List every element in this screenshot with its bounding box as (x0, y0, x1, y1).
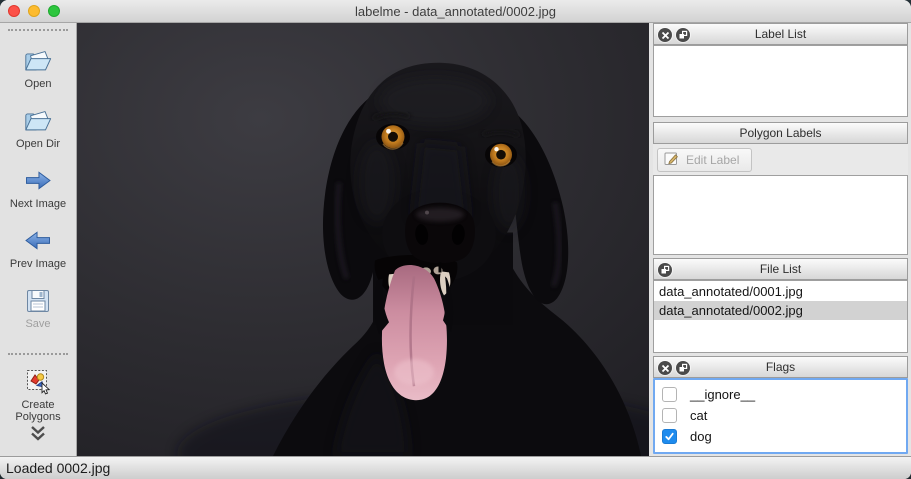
label-list-panel-header[interactable]: Label List (653, 23, 908, 45)
polygon-labels-list[interactable] (653, 175, 908, 255)
toolbar-button-label: Create Polygons (5, 399, 71, 423)
file-list[interactable]: data_annotated/0001.jpgdata_annotated/00… (653, 280, 908, 353)
open-folder-icon (23, 44, 53, 77)
file-list-title: File List (760, 262, 801, 276)
toolbar-separator (8, 353, 68, 355)
close-icon[interactable] (658, 361, 672, 375)
traffic-lights (8, 5, 60, 17)
label-list[interactable] (653, 45, 908, 117)
toolbar-button-next-image[interactable]: Next Image (0, 164, 76, 224)
arrow-right-icon (23, 164, 53, 197)
toolbar-button-label: Open (25, 78, 52, 90)
toolbar-button-label: Open Dir (16, 138, 60, 150)
flags-list[interactable]: __ignore__cat dog (653, 378, 908, 454)
checkbox[interactable] (662, 429, 677, 444)
chevrons-down-icon[interactable] (27, 425, 49, 446)
flag-label: __ignore__ (690, 387, 755, 402)
edit-label-button[interactable]: Edit Label (657, 148, 752, 172)
checkbox[interactable] (662, 408, 677, 423)
label-list-title: Label List (755, 27, 806, 41)
dog-photo (77, 23, 649, 456)
status-bar: Loaded 0002.jpg (0, 456, 911, 479)
flag-item[interactable]: dog (655, 426, 906, 447)
float-icon[interactable] (676, 361, 690, 375)
flag-label: dog (690, 429, 712, 444)
flags-panel-header[interactable]: Flags (653, 356, 908, 378)
flag-label: cat (690, 408, 707, 423)
arrow-left-icon (23, 224, 53, 257)
toolbar: Open Open Dir Next Image Prev Image Save Crea… (0, 23, 77, 456)
checkbox[interactable] (662, 387, 677, 402)
file-list-item[interactable]: data_annotated/0001.jpg (654, 282, 907, 301)
toolbar-button-open-dir[interactable]: Open Dir (0, 104, 76, 164)
toolbar-button-label: Prev Image (10, 258, 66, 270)
window-title: labelme - data_annotated/0002.jpg (355, 4, 556, 19)
minimize-window-button[interactable] (28, 5, 40, 17)
float-icon[interactable] (676, 28, 690, 42)
file-list-panel-header[interactable]: File List (653, 258, 908, 280)
toolbar-items: Open Open Dir Next Image Prev Image Save Crea… (0, 31, 76, 425)
image-canvas[interactable] (77, 23, 649, 456)
edit-pencil-icon (663, 150, 680, 170)
polygon-labels-title: Polygon Labels (739, 126, 821, 140)
close-window-button[interactable] (8, 5, 20, 17)
flag-item[interactable]: cat (655, 405, 906, 426)
zoom-window-button[interactable] (48, 5, 60, 17)
flags-title: Flags (766, 360, 795, 374)
toolbar-button-label: Save (25, 318, 50, 330)
toolbar-button-save[interactable]: Save (0, 284, 76, 344)
close-icon[interactable] (658, 28, 672, 42)
file-list-item[interactable]: data_annotated/0002.jpg (654, 301, 907, 320)
open-folder-icon (23, 104, 53, 137)
polygon-labels-panel-header[interactable]: Polygon Labels (653, 122, 908, 144)
toolbar-button-open[interactable]: Open (0, 44, 76, 104)
create-polygons-icon (25, 365, 52, 398)
polygon-labels-toolbar: Edit Label (653, 144, 908, 175)
toolbar-button-create-polygons[interactable]: Create Polygons (0, 365, 76, 425)
toolbar-button-prev-image[interactable]: Prev Image (0, 224, 76, 284)
save-icon (25, 284, 51, 317)
float-icon[interactable] (658, 263, 672, 277)
toolbar-button-label: Next Image (10, 198, 66, 210)
main-area: Open Open Dir Next Image Prev Image Save Crea… (0, 23, 911, 456)
labelme-window: labelme - data_annotated/0002.jpg OpenOp… (0, 0, 911, 479)
flag-item[interactable]: __ignore__ (655, 384, 906, 405)
status-text: Loaded 0002.jpg (6, 460, 110, 476)
sidebar: Label List Polygon Labels Edit Label (649, 23, 911, 456)
titlebar[interactable]: labelme - data_annotated/0002.jpg (0, 0, 911, 23)
